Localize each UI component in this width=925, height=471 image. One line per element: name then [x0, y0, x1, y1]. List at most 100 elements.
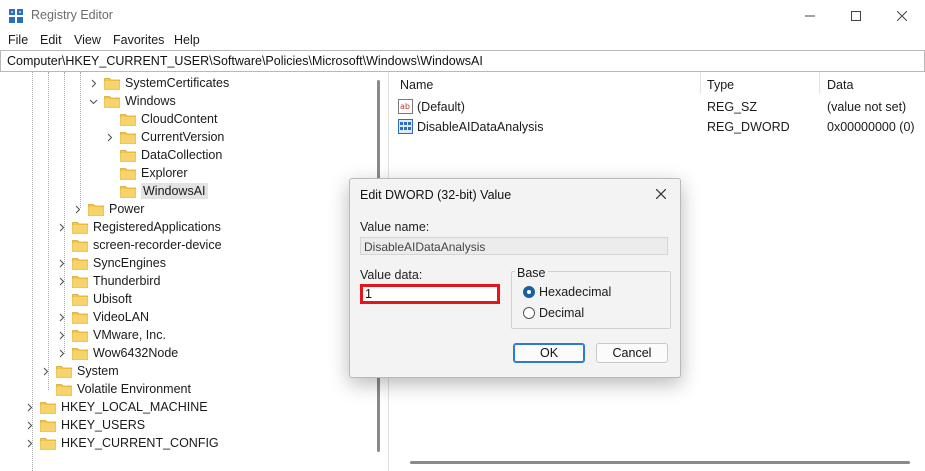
chevron-right-icon[interactable] [40, 366, 50, 376]
tree-item[interactable]: SyncEngines [56, 254, 166, 272]
tree-item[interactable]: Power [72, 200, 144, 218]
chevron-right-icon[interactable] [56, 348, 66, 358]
tree-item[interactable]: WindowsAI [104, 182, 208, 200]
value-row[interactable]: ab (Default) REG_SZ (value not set) [398, 98, 918, 116]
chevron-right-icon[interactable] [104, 132, 114, 142]
folder-icon [120, 131, 141, 144]
tree-item-label: RegisteredApplications [93, 220, 221, 234]
tree-item[interactable]: RegisteredApplications [56, 218, 221, 236]
tree-item-label: screen-recorder-device [93, 238, 222, 252]
menu-help[interactable]: Help [174, 33, 200, 47]
chevron-right-icon[interactable] [56, 312, 66, 322]
title-bar: Registry Editor [0, 0, 925, 32]
tree-item[interactable]: Windows [88, 92, 176, 110]
tree-item[interactable]: SystemCertificates [88, 74, 229, 92]
dialog-close-button[interactable] [652, 185, 670, 203]
tree-item[interactable]: HKEY_USERS [24, 416, 145, 434]
value-row[interactable]: DisableAIDataAnalysis REG_DWORD 0x000000… [398, 118, 918, 136]
tree-item[interactable]: Explorer [104, 164, 188, 182]
tree-item-label: VideoLAN [93, 310, 150, 324]
tree-item[interactable]: CloudContent [104, 110, 217, 128]
ok-button[interactable]: OK [513, 343, 585, 363]
address-path: Computer\HKEY_CURRENT_USER\Software\Poli… [7, 54, 483, 68]
tree-guide-line [80, 72, 81, 208]
folder-icon [72, 347, 93, 360]
radio-hexadecimal[interactable]: Hexadecimal [523, 284, 653, 300]
chevron-right-icon[interactable] [24, 402, 34, 412]
tree-item[interactable]: Ubisoft [56, 290, 132, 308]
window-title: Registry Editor [31, 8, 113, 22]
maximize-button[interactable] [833, 0, 879, 32]
tree-item-label: Wow6432Node [93, 346, 179, 360]
folder-icon [72, 311, 93, 324]
close-icon [656, 189, 666, 199]
tree-item[interactable]: HKEY_LOCAL_MACHINE [24, 398, 208, 416]
tree-item-label: HKEY_LOCAL_MACHINE [61, 400, 208, 414]
column-type[interactable]: Type [707, 78, 734, 92]
value-name-label: Value name: [360, 220, 430, 234]
tree-item-label: Explorer [141, 166, 188, 180]
base-group-title: Base [515, 266, 548, 280]
chevron-right-icon[interactable] [24, 420, 34, 430]
column-name[interactable]: Name [400, 78, 433, 92]
tree-item-label: HKEY_CURRENT_CONFIG [61, 436, 219, 450]
tree-item[interactable]: Volatile Environment [40, 380, 191, 398]
dialog-title: Edit DWORD (32-bit) Value [360, 188, 512, 202]
cancel-button[interactable]: Cancel [596, 343, 668, 363]
tree-item-label: SystemCertificates [125, 76, 230, 90]
minimize-button[interactable] [787, 0, 833, 32]
tree-item[interactable]: HKEY_CURRENT_CONFIG [24, 434, 219, 452]
edit-dword-dialog: Edit DWORD (32-bit) Value Value name: Di… [349, 178, 681, 378]
folder-icon [104, 95, 125, 108]
menu-file[interactable]: File [8, 33, 28, 47]
tree-item-label: SyncEngines [93, 256, 166, 270]
radio-decimal[interactable]: Decimal [523, 305, 653, 321]
tree-item[interactable]: screen-recorder-device [56, 236, 222, 254]
chevron-right-icon[interactable] [56, 330, 66, 340]
folder-icon [56, 383, 77, 396]
chevron-down-icon[interactable] [88, 96, 98, 106]
value-type: REG_DWORD [707, 120, 790, 134]
chevron-right-icon[interactable] [24, 438, 34, 448]
tree-item[interactable]: VMware, Inc. [56, 326, 166, 344]
key-tree-pane[interactable]: SystemCertificates Windows CloudContent Cur… [0, 72, 389, 471]
tree-item[interactable]: DataCollection [104, 146, 222, 164]
tree-item[interactable]: CurrentVersion [104, 128, 224, 146]
minimize-icon [805, 15, 815, 17]
column-data[interactable]: Data [827, 78, 853, 92]
chevron-right-icon[interactable] [56, 258, 66, 268]
folder-icon [120, 149, 141, 162]
close-window-button[interactable] [879, 0, 925, 32]
menu-bar: File Edit View Favorites Help [0, 32, 925, 50]
tree-item-label: Windows [125, 94, 176, 108]
column-separator[interactable] [700, 72, 701, 94]
menu-view[interactable]: View [74, 33, 101, 47]
tree-item[interactable]: VideoLAN [56, 308, 149, 326]
radio-unselected-icon [523, 307, 535, 319]
menu-edit[interactable]: Edit [40, 33, 62, 47]
chevron-right-icon[interactable] [72, 204, 82, 214]
chevron-right-icon[interactable] [88, 78, 98, 88]
menu-favorites[interactable]: Favorites [113, 33, 164, 47]
folder-icon [72, 239, 93, 252]
column-separator[interactable] [819, 72, 820, 94]
folder-icon [40, 401, 61, 414]
tree-item[interactable]: System [40, 362, 119, 380]
string-value-icon: ab [398, 99, 413, 114]
chevron-right-icon[interactable] [56, 276, 66, 286]
folder-icon [120, 167, 141, 180]
tree-item[interactable]: Wow6432Node [56, 344, 178, 362]
tree-item-label: WindowsAI [141, 183, 208, 199]
value-data: (value not set) [827, 100, 907, 114]
address-bar[interactable]: Computer\HKEY_CURRENT_USER\Software\Poli… [0, 50, 925, 72]
folder-icon [72, 275, 93, 288]
tree-guide-line [48, 72, 49, 390]
radio-decimal-label: Decimal [539, 306, 585, 320]
tree-item-label: CloudContent [141, 112, 218, 126]
list-horizontal-scrollbar[interactable] [410, 461, 910, 464]
tree-item[interactable]: Thunderbird [56, 272, 160, 290]
folder-icon [72, 221, 93, 234]
chevron-right-icon[interactable] [56, 222, 66, 232]
value-data-input[interactable]: 1 [360, 284, 500, 304]
value-name: DisableAIDataAnalysis [417, 120, 544, 134]
